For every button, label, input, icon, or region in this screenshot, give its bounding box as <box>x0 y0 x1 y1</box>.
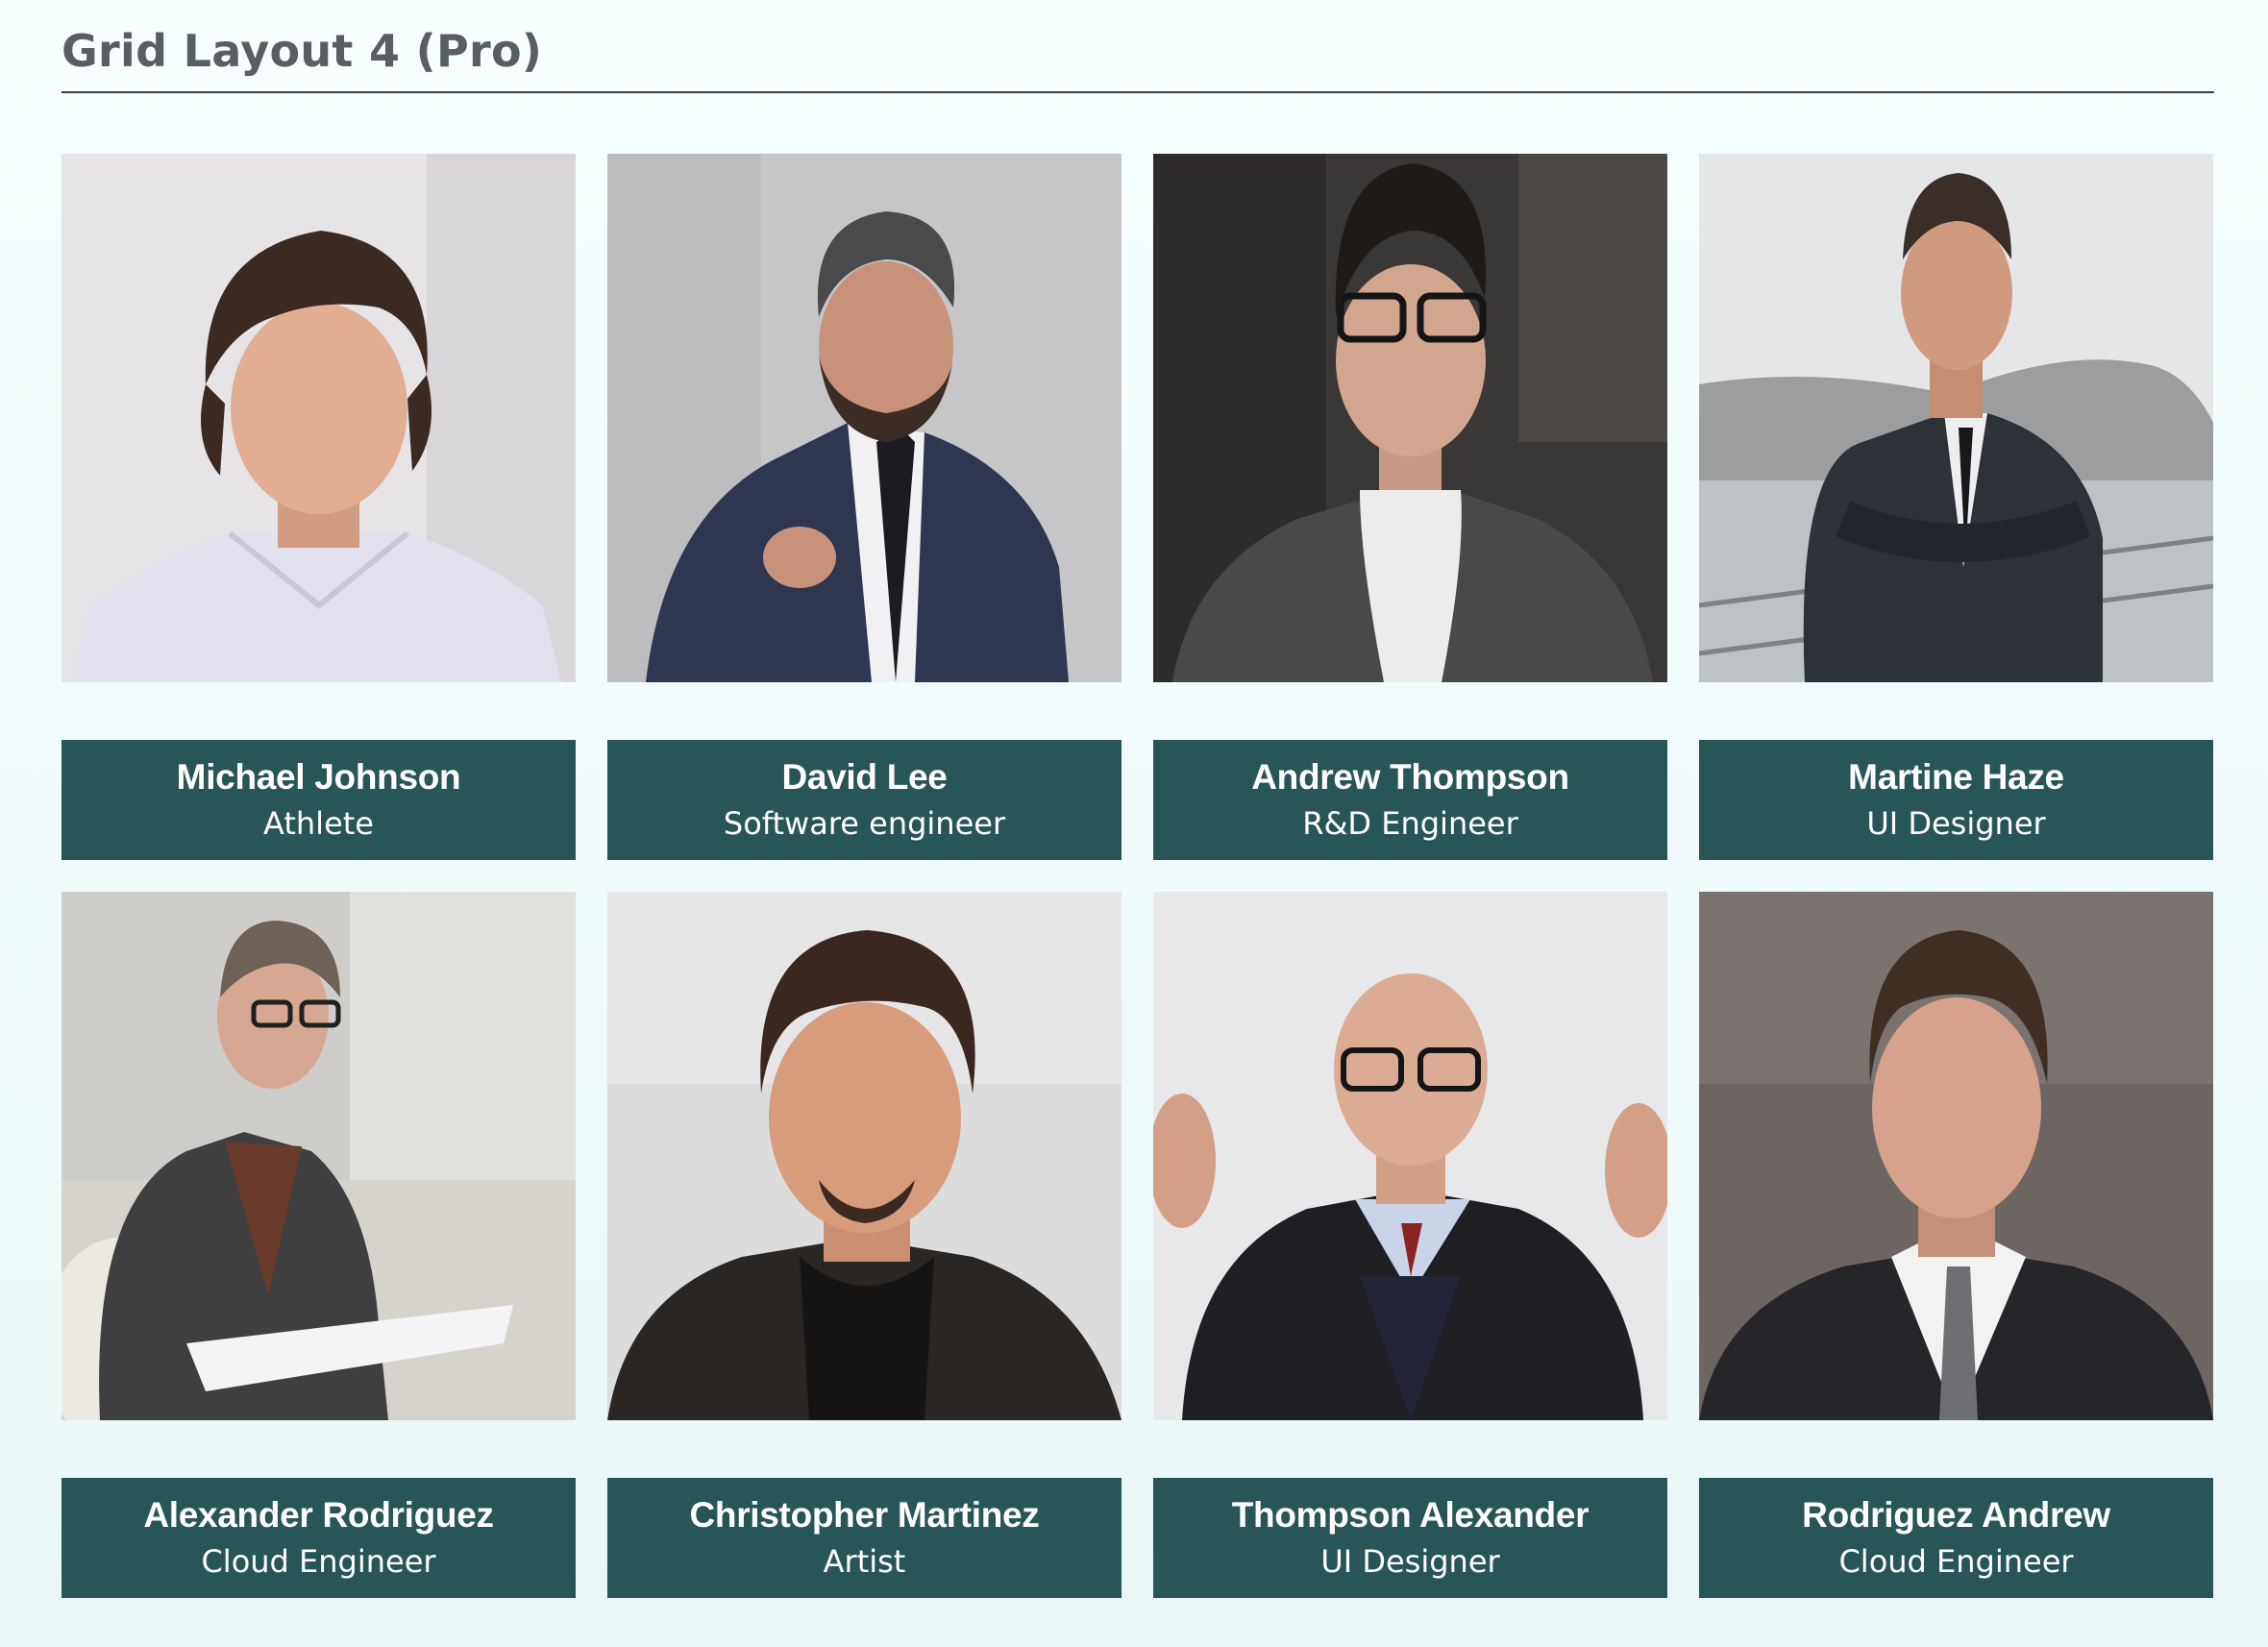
team-member-caption: David Lee Software engineer <box>607 740 1122 860</box>
team-member-caption: Michael Johnson Athlete <box>62 740 576 860</box>
portrait-photo-icon <box>1153 154 1667 682</box>
portrait-photo-icon <box>62 892 576 1420</box>
team-member-name: Michael Johnson <box>176 757 461 797</box>
team-member-card[interactable]: Thompson Alexander UI Designer <box>1153 892 1667 1598</box>
team-member-photo <box>1699 154 2213 682</box>
team-member-role: Cloud Engineer <box>201 1543 436 1580</box>
team-member-role: UI Designer <box>1320 1543 1500 1580</box>
team-member-card[interactable]: David Lee Software engineer <box>607 154 1122 860</box>
portrait-photo-icon <box>607 892 1122 1420</box>
team-member-name: Rodriguez Andrew <box>1802 1495 2110 1535</box>
team-member-photo <box>1153 154 1667 682</box>
team-member-role: Athlete <box>263 805 374 842</box>
page: Grid Layout 4 (Pro) Michael Johnson Athl… <box>62 0 2214 1647</box>
portrait-photo-icon <box>607 154 1122 682</box>
team-member-role: UI Designer <box>1866 805 2046 842</box>
team-member-name: Thompson Alexander <box>1231 1495 1590 1535</box>
portrait-photo-icon <box>62 154 576 682</box>
team-member-name: Andrew Thompson <box>1251 757 1569 797</box>
team-member-role: Artist <box>823 1543 906 1580</box>
team-member-card[interactable]: Martine Haze UI Designer <box>1699 154 2213 860</box>
team-member-card[interactable]: Christopher Martinez Artist <box>607 892 1122 1598</box>
team-member-role: R&D Engineer <box>1302 805 1518 842</box>
team-member-name: David Lee <box>781 757 948 797</box>
team-member-card[interactable]: Michael Johnson Athlete <box>62 154 576 860</box>
portrait-photo-icon <box>1699 154 2213 682</box>
team-member-photo <box>62 154 576 682</box>
team-member-caption: Rodriguez Andrew Cloud Engineer <box>1699 1478 2213 1598</box>
team-member-caption: Thompson Alexander UI Designer <box>1153 1478 1667 1598</box>
team-member-role: Software engineer <box>723 805 1006 842</box>
portrait-photo-icon <box>1153 892 1667 1420</box>
team-member-photo <box>607 892 1122 1420</box>
team-member-photo <box>1699 892 2213 1420</box>
team-member-card[interactable]: Andrew Thompson R&D Engineer <box>1153 154 1667 860</box>
team-member-photo <box>1153 892 1667 1420</box>
portrait-photo-icon <box>1699 892 2213 1420</box>
team-member-name: Alexander Rodriguez <box>143 1495 494 1535</box>
team-member-caption: Alexander Rodriguez Cloud Engineer <box>62 1478 576 1598</box>
team-member-caption: Martine Haze UI Designer <box>1699 740 2213 860</box>
title-divider <box>62 91 2214 93</box>
team-grid: Michael Johnson Athlete David Lee Softwa… <box>62 154 2214 1598</box>
team-member-name: Martine Haze <box>1848 757 2064 797</box>
team-member-caption: Andrew Thompson R&D Engineer <box>1153 740 1667 860</box>
team-member-photo <box>62 892 576 1420</box>
team-member-card[interactable]: Rodriguez Andrew Cloud Engineer <box>1699 892 2213 1598</box>
team-member-name: Christopher Martinez <box>689 1495 1040 1535</box>
team-member-photo <box>607 154 1122 682</box>
page-title: Grid Layout 4 (Pro) <box>62 25 543 77</box>
team-member-role: Cloud Engineer <box>1838 1543 2074 1580</box>
team-member-caption: Christopher Martinez Artist <box>607 1478 1122 1598</box>
team-member-card[interactable]: Alexander Rodriguez Cloud Engineer <box>62 892 576 1598</box>
